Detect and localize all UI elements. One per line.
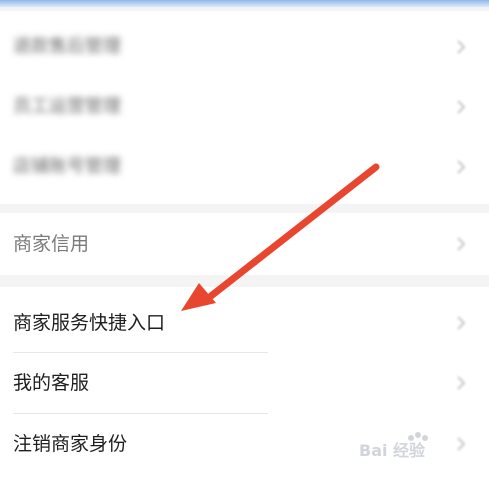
credit-card: 商家信用 — [0, 213, 489, 275]
watermark-text: Bai 经验 — [359, 441, 426, 460]
watermark-logo: Bai 经验 — [359, 432, 428, 460]
merchant-service-shortcut-label: 商家服务快捷入口 — [13, 312, 166, 334]
cancel-merchant-identity-label: 注销商家身份 — [13, 433, 128, 455]
settings-row-2-label: 员工运营管理 — [13, 96, 121, 117]
chevron-right-icon — [457, 376, 466, 390]
settings-row-3-label: 店铺账号管理 — [13, 156, 121, 177]
my-customer-service-label: 我的客服 — [13, 372, 90, 394]
chevron-right-icon — [457, 40, 466, 54]
merchant-service-shortcut-row[interactable]: 商家服务快捷入口 — [0, 293, 489, 353]
credit-row-label: 商家信用 — [13, 233, 90, 255]
credit-row[interactable]: 商家信用 — [0, 214, 489, 274]
chevron-right-icon — [457, 237, 466, 251]
chevron-right-icon — [457, 100, 466, 114]
top-status-strip — [0, 0, 489, 7]
settings-row-1-label: 退款售后管理 — [13, 36, 121, 57]
settings-row-1[interactable]: 退款售后管理 — [0, 17, 489, 77]
settings-card-top: 退款售后管理 员工运营管理 店铺账号管理 — [0, 11, 489, 204]
chevron-right-icon — [457, 316, 466, 330]
chevron-right-icon — [457, 160, 466, 174]
my-customer-service-row[interactable]: 我的客服 — [0, 353, 489, 413]
settings-row-2[interactable]: 员工运营管理 — [0, 77, 489, 137]
settings-row-3[interactable]: 店铺账号管理 — [0, 137, 489, 197]
